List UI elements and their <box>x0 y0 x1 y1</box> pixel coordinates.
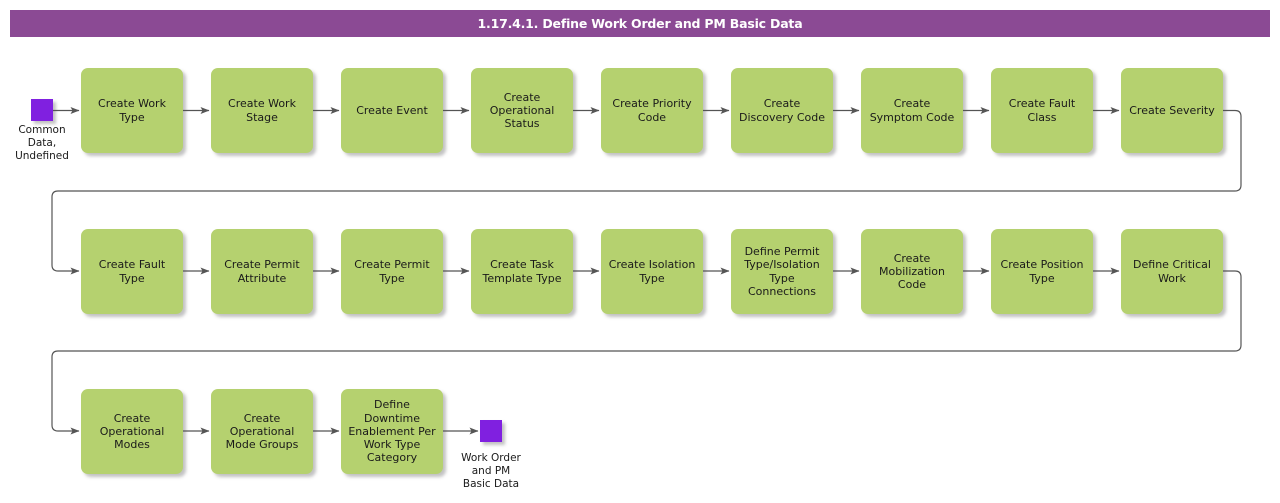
node-label: Create Mobilization Code <box>879 251 945 292</box>
node-create-operational-status[interactable]: Create Operational Status <box>471 68 573 153</box>
page-title-bar: 1.17.4.1. Define Work Order and PM Basic… <box>10 10 1270 37</box>
node-create-work-type[interactable]: Create Work Type <box>81 68 183 153</box>
node-label: Create Priority Code <box>612 97 692 124</box>
node-create-symptom-code[interactable]: Create Symptom Code <box>861 68 963 153</box>
node-define-permit-type-isolation-type-connections[interactable]: Define Permit Type/Isolation Type Connec… <box>731 229 833 314</box>
node-label: Create Permit Type <box>354 258 430 285</box>
node-create-discovery-code[interactable]: Create Discovery Code <box>731 68 833 153</box>
node-create-severity[interactable]: Create Severity <box>1121 68 1223 153</box>
node-create-position-type[interactable]: Create Position Type <box>991 229 1093 314</box>
node-label: Create Position Type <box>1000 258 1084 285</box>
node-create-priority-code[interactable]: Create Priority Code <box>601 68 703 153</box>
node-create-mobilization-code[interactable]: Create Mobilization Code <box>861 229 963 314</box>
node-define-downtime-enablement-per-work-type-category[interactable]: Define Downtime Enablement Per Work Type… <box>341 389 443 474</box>
node-create-task-template-type[interactable]: Create Task Template Type <box>471 229 573 314</box>
node-label: Create Work Type <box>98 97 166 124</box>
node-create-permit-attribute[interactable]: Create Permit Attribute <box>211 229 313 314</box>
node-create-permit-type[interactable]: Create Permit Type <box>341 229 443 314</box>
node-create-event[interactable]: Create Event <box>341 68 443 153</box>
node-create-work-stage[interactable]: Create Work Stage <box>211 68 313 153</box>
node-label: Create Isolation Type <box>608 258 696 285</box>
node-label: Create Severity <box>1129 103 1215 117</box>
node-label: Create Work Stage <box>228 97 296 124</box>
node-create-fault-type[interactable]: Create Fault Type <box>81 229 183 314</box>
node-define-critical-work[interactable]: Define Critical Work <box>1121 229 1223 314</box>
node-label: Define Critical Work <box>1133 258 1211 285</box>
page-title: 1.17.4.1. Define Work Order and PM Basic… <box>477 16 803 31</box>
node-create-operational-mode-groups[interactable]: Create Operational Mode Groups <box>211 389 313 474</box>
end-terminator-node[interactable] <box>480 420 502 442</box>
node-label: Create Operational Mode Groups <box>225 411 299 452</box>
node-label: Create Fault Class <box>1008 97 1076 124</box>
node-label: Create Fault Type <box>98 258 166 285</box>
node-label: Create Permit Attribute <box>224 258 300 285</box>
node-label: Create Symptom Code <box>869 97 955 124</box>
node-label: Create Operational Status <box>489 90 555 131</box>
node-label: Create Discovery Code <box>738 97 825 124</box>
node-create-operational-modes[interactable]: Create Operational Modes <box>81 389 183 474</box>
flowchart-canvas: 1.17.4.1. Define Work Order and PM Basic… <box>0 0 1280 503</box>
node-label: Define Permit Type/Isolation Type Connec… <box>744 245 820 298</box>
node-label: Create Operational Modes <box>99 411 165 452</box>
node-label: Define Downtime Enablement Per Work Type… <box>348 398 436 465</box>
node-label: Create Event <box>356 103 428 117</box>
start-terminator-label: Common Data, Undefined <box>15 124 69 162</box>
node-create-fault-class[interactable]: Create Fault Class <box>991 68 1093 153</box>
end-terminator-label: Work Order and PM Basic Data <box>461 452 521 490</box>
start-terminator-node[interactable] <box>31 99 53 121</box>
node-create-isolation-type[interactable]: Create Isolation Type <box>601 229 703 314</box>
node-label: Create Task Template Type <box>482 258 562 285</box>
